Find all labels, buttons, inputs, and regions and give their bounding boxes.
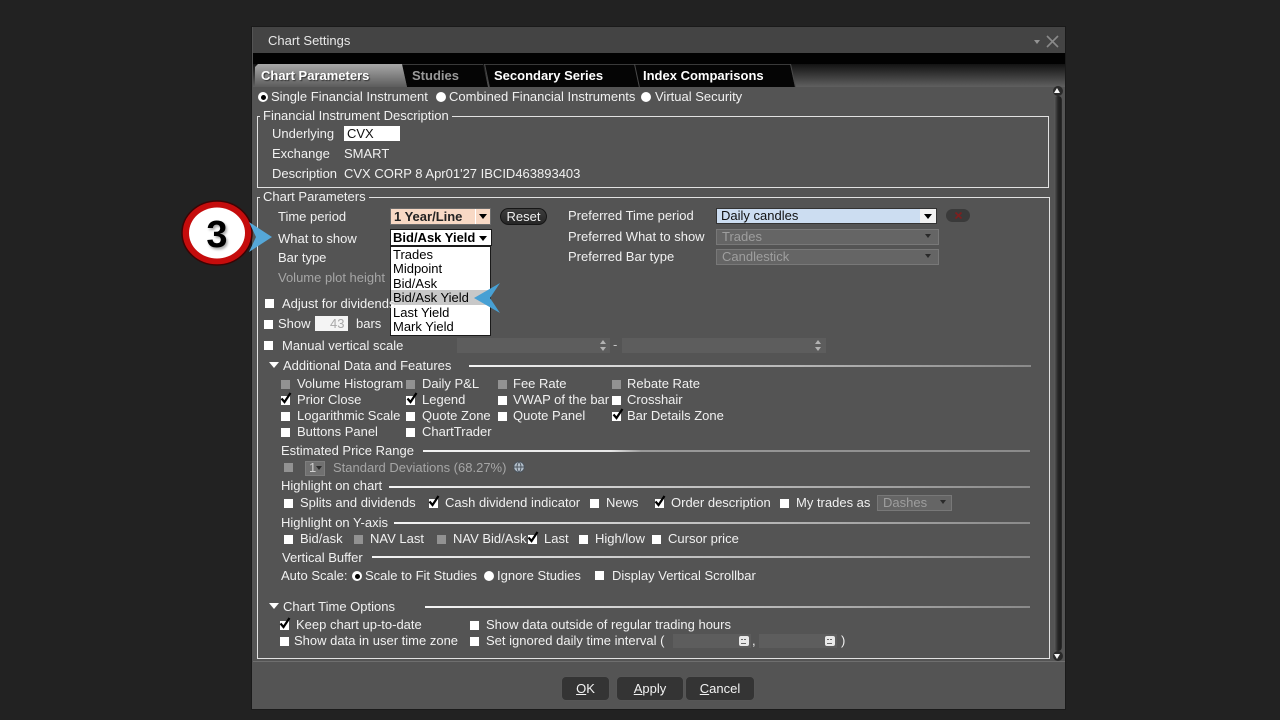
svg-text:3: 3	[206, 214, 227, 256]
